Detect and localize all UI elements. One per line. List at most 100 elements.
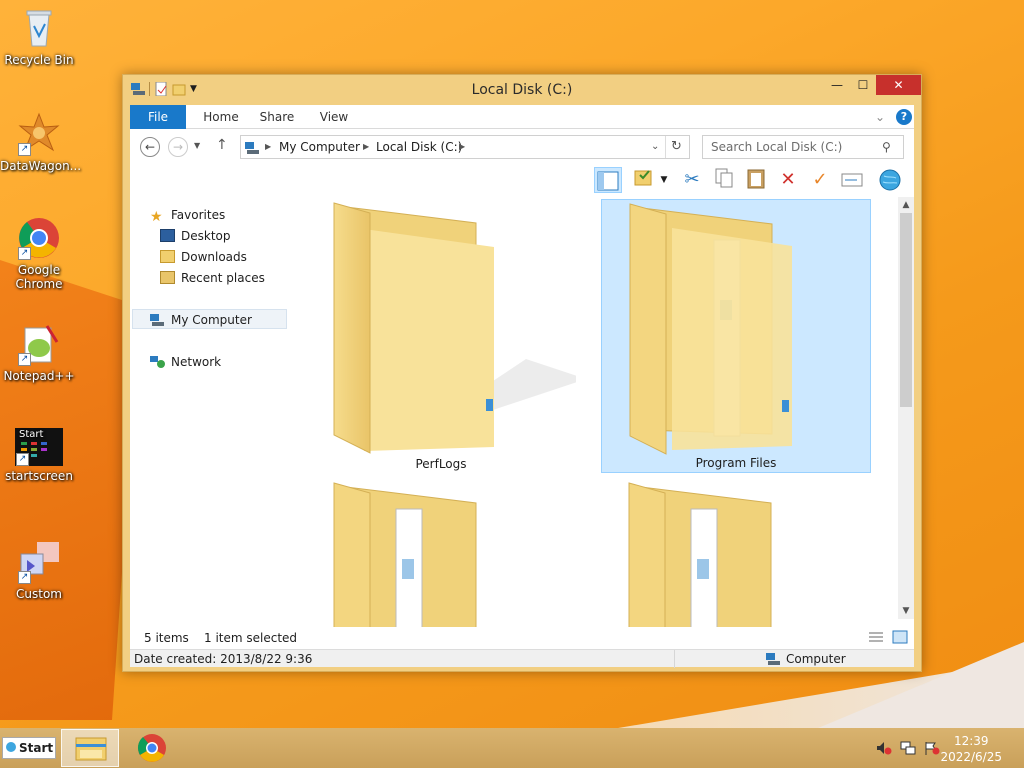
desktop-icon-custom[interactable]: ↗ Custom xyxy=(0,540,78,601)
select-all-icon[interactable] xyxy=(630,167,658,193)
recent-places-icon xyxy=(160,271,175,284)
nav-recent-places[interactable]: Recent places xyxy=(160,268,265,288)
desktop-icon-label: Google Chrome xyxy=(15,263,63,291)
forward-button[interactable]: → xyxy=(168,137,188,157)
address-bar[interactable]: ▶ My Computer ▶ Local Disk (C:) ▶ ⌄ ↻ xyxy=(240,135,690,159)
date-created: Date created: 2013/8/22 9:36 xyxy=(134,652,313,666)
action-center-icon[interactable] xyxy=(924,741,940,755)
location-label: Computer xyxy=(786,652,846,666)
ribbon-tabs: File Home Share View ⌄ ? xyxy=(130,105,914,129)
breadcrumb-separator-icon[interactable]: ▶ xyxy=(363,136,369,158)
up-button[interactable]: ↑ xyxy=(216,137,228,153)
expand-ribbon-icon[interactable]: ⌄ xyxy=(872,105,888,129)
clock[interactable]: 12:39 2022/6/25 xyxy=(940,733,1002,765)
recycle-bin-icon xyxy=(17,6,61,50)
paste-icon[interactable] xyxy=(742,167,770,193)
chevron-down-icon[interactable]: ▼ xyxy=(656,167,672,193)
help-icon[interactable]: ? xyxy=(896,109,912,125)
back-button[interactable]: ← xyxy=(140,137,160,157)
network-status-icon[interactable] xyxy=(900,741,916,755)
scrollbar-thumb[interactable] xyxy=(900,213,912,407)
startscreen-icon: Start ↗ xyxy=(15,428,63,466)
tab-file[interactable]: File xyxy=(130,105,186,129)
nav-downloads-label: Downloads xyxy=(181,250,247,264)
folder-icon xyxy=(629,203,792,455)
nav-network-label: Network xyxy=(171,355,222,369)
status-bar: 5 items 1 item selected xyxy=(130,627,914,649)
desktop-icon-label: Recycle Bin xyxy=(4,53,74,67)
search-icon: ⚲ xyxy=(882,140,891,154)
shortcut-arrow-icon: ↗ xyxy=(18,247,31,260)
folder-icon xyxy=(628,482,772,627)
desktop-icon-recycle-bin[interactable]: Recycle Bin xyxy=(0,6,78,67)
recent-locations-icon[interactable]: ▼ xyxy=(194,141,200,150)
tab-home[interactable]: Home xyxy=(200,105,242,129)
tab-view[interactable]: View xyxy=(314,105,354,129)
folder-item[interactable]: PerfLogs xyxy=(306,199,586,473)
nav-desktop[interactable]: Desktop xyxy=(160,226,231,246)
network-icon xyxy=(150,354,165,368)
taskbar-chrome[interactable] xyxy=(123,729,181,767)
clock-date: 2022/6/25 xyxy=(940,750,1002,764)
large-icons-view-icon[interactable] xyxy=(892,630,908,647)
computer-icon xyxy=(766,652,782,670)
check-icon[interactable]: ✓ xyxy=(806,167,834,193)
vertical-scrollbar[interactable]: ▲ ▼ xyxy=(898,197,914,619)
folder-icon xyxy=(333,482,477,627)
taskbar: Start 12:39 2022/6/25 xyxy=(0,728,1024,768)
details-view-icon[interactable] xyxy=(868,630,884,647)
nav-my-computer-label: My Computer xyxy=(171,313,252,327)
desktop-icon-notepad-plus-plus[interactable]: ↗ Notepad++ xyxy=(0,322,78,383)
volume-muted-icon[interactable] xyxy=(876,741,892,755)
copy-icon[interactable] xyxy=(710,167,738,193)
scroll-up-icon[interactable]: ▲ xyxy=(898,197,914,213)
address-dropdown-icon[interactable]: ⌄ xyxy=(651,136,659,158)
minimize-button[interactable]: — xyxy=(824,75,850,95)
downloads-icon xyxy=(160,250,175,263)
breadcrumb-separator-icon[interactable]: ▶ xyxy=(459,136,465,158)
datawagon-icon: ↗ xyxy=(17,112,61,156)
folder-item-selected[interactable]: Program Files xyxy=(601,199,871,473)
nav-network[interactable]: Network xyxy=(150,352,221,372)
shortcut-arrow-icon: ↗ xyxy=(18,353,31,366)
folder-item[interactable] xyxy=(306,479,576,627)
desktop-icon-startscreen[interactable]: Start ↗ startscreen xyxy=(0,428,78,483)
nav-favorites[interactable]: ★ Favorites xyxy=(150,205,225,225)
computer-icon xyxy=(245,140,259,162)
rename-icon[interactable] xyxy=(838,167,866,193)
scroll-down-icon[interactable]: ▼ xyxy=(898,603,914,619)
shortcut-arrow-icon: ↗ xyxy=(16,453,29,466)
nav-downloads[interactable]: Downloads xyxy=(160,247,247,267)
cut-icon[interactable]: ✂ xyxy=(678,167,706,193)
navigation-pane: ★ Favorites Desktop Downloads Recent plac… xyxy=(130,197,290,627)
startscreen-tile-text: Start xyxy=(19,429,44,440)
item-count: 5 items xyxy=(144,631,189,645)
refresh-icon[interactable]: ↻ xyxy=(671,136,682,158)
shortcut-arrow-icon: ↗ xyxy=(18,571,31,584)
desktop-icon-google-chrome[interactable]: ↗ Google Chrome xyxy=(0,216,78,291)
title-bar[interactable]: ▼ Local Disk (C:) — ☐ ✕ xyxy=(123,75,921,105)
taskbar-file-explorer[interactable] xyxy=(61,729,119,767)
nav-my-computer[interactable]: My Computer xyxy=(132,309,287,329)
chrome-icon: ↗ xyxy=(17,216,61,260)
tab-share[interactable]: Share xyxy=(256,105,298,129)
star-icon: ★ xyxy=(150,209,163,225)
preview-pane-icon[interactable] xyxy=(594,167,622,193)
navigation-bar: ← → ▼ ↑ ▶ My Computer ▶ Local Disk (C:) … xyxy=(130,129,914,163)
delete-icon[interactable]: ✕ xyxy=(774,167,802,193)
breadcrumb-local-disk[interactable]: Local Disk (C:) xyxy=(376,136,462,158)
globe-icon[interactable] xyxy=(876,167,904,193)
breadcrumb-my-computer[interactable]: My Computer xyxy=(279,136,360,158)
content-area: ★ Favorites Desktop Downloads Recent plac… xyxy=(130,197,914,627)
breadcrumb-separator-icon[interactable]: ▶ xyxy=(265,136,271,158)
maximize-button[interactable]: ☐ xyxy=(850,75,876,95)
desktop-icon-datawagon[interactable]: ↗ DataWagon... xyxy=(0,112,81,173)
start-button[interactable]: Start xyxy=(2,737,56,759)
details-bar: Date created: 2013/8/22 9:36 Computer xyxy=(130,649,914,670)
close-button[interactable]: ✕ xyxy=(876,75,921,95)
start-orb-icon xyxy=(6,742,16,752)
nav-desktop-label: Desktop xyxy=(181,229,231,243)
search-input[interactable]: Search Local Disk (C:) xyxy=(702,135,904,159)
folder-item[interactable] xyxy=(601,479,871,627)
file-explorer-icon xyxy=(75,737,107,761)
